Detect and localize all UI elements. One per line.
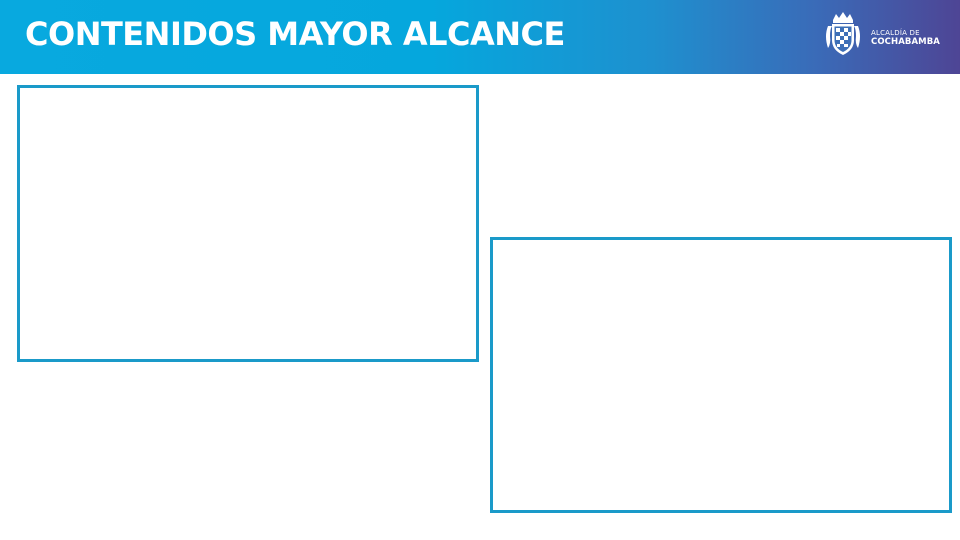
content-frame-left [17,85,479,362]
logo-text: ALCALDÍA DE COCHABAMBA [871,30,940,47]
logo-line-2: COCHABAMBA [871,37,940,47]
content-frame-right [490,237,952,513]
alcaldia-logo: ALCALDÍA DE COCHABAMBA [822,10,952,58]
slide: CONTENIDOS MAYOR ALCANCE ALCALDÍA DE COC… [0,0,960,540]
logo-line-1: ALCALDÍA DE [871,29,920,37]
coat-of-arms-icon [826,12,860,55]
page-title: CONTENIDOS MAYOR ALCANCE [25,15,565,53]
header-banner: CONTENIDOS MAYOR ALCANCE ALCALDÍA DE COC… [0,0,960,74]
